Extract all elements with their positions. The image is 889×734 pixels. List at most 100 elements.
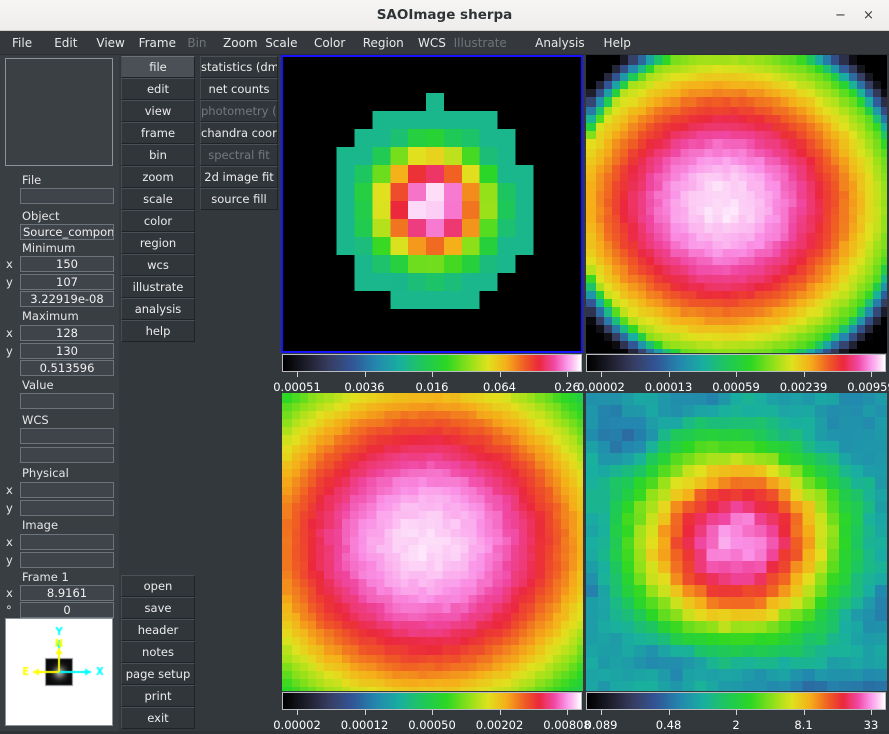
menu-help[interactable]: Help (598, 31, 637, 55)
frame-2-colorbar-canvas[interactable] (586, 354, 886, 372)
colorbar-tick-label: 0.016 (416, 380, 449, 394)
button-scale[interactable]: scale (121, 188, 195, 210)
frame-4-colorbar-labels: 0.0890.4828.133 (586, 718, 886, 734)
menu-bar: FileEditViewFrameBinZoomScaleColorRegion… (0, 31, 889, 55)
minimum-x-value: 150 (20, 256, 114, 272)
button-net-counts[interactable]: net counts (200, 78, 278, 100)
colorbar-tick-label: 0.00012 (341, 718, 389, 732)
frame-2-colorbar-ticks (586, 372, 886, 380)
colorbar-tick-label: 0.00002 (577, 380, 625, 394)
menu-color[interactable]: Color (308, 31, 351, 55)
frame-1-image[interactable] (283, 57, 581, 351)
frame-1-cell[interactable] (281, 55, 583, 353)
colorbar-tick (736, 710, 737, 715)
button-frame[interactable]: frame (121, 122, 195, 144)
image-x-value (20, 534, 114, 550)
menu-view[interactable]: View (90, 31, 130, 55)
menu-frame[interactable]: Frame (133, 31, 182, 55)
frame-3-colorbar-labels: 0.000020.000120.000500.002020.00808 (282, 718, 582, 734)
colorbar-tick (567, 372, 568, 377)
frame-4-colorbar-canvas[interactable] (586, 692, 886, 710)
frame-2-image[interactable] (586, 55, 887, 353)
colorbar-tick (500, 710, 501, 715)
button-photometry-s: photometry (s (200, 100, 278, 122)
frame-4-image[interactable] (586, 393, 887, 691)
button-open[interactable]: open (121, 575, 195, 597)
minimize-icon[interactable]: − (830, 5, 851, 26)
colorbar-tick (432, 710, 433, 715)
menu-zoom[interactable]: Zoom (217, 31, 264, 55)
colorbar-tick (804, 372, 805, 377)
button-bin[interactable]: bin (121, 144, 195, 166)
physical-x-value (20, 482, 114, 498)
button-statistics-dms[interactable]: statistics (dms (200, 56, 278, 78)
frame-1-colorbar-canvas[interactable] (282, 354, 582, 372)
menu-edit[interactable]: Edit (48, 31, 83, 55)
button-source-fill[interactable]: source fill (200, 188, 278, 210)
button-view[interactable]: view (121, 100, 195, 122)
colorbar-tick-label: 2 (732, 718, 739, 732)
minimum-y-axis-label: y (6, 274, 18, 290)
magnifier-panel[interactable] (5, 58, 113, 166)
menu-wcs[interactable]: WCS (412, 31, 452, 55)
colorbar-tick-label: 33 (864, 718, 879, 732)
colorbar-tick (804, 710, 805, 715)
menu-region[interactable]: Region (357, 31, 410, 55)
frame-3-cell[interactable] (282, 393, 583, 691)
colorbar-tick-label: 0.00959 (847, 380, 889, 394)
button-save[interactable]: save (121, 597, 195, 619)
frame-3-colorbar-canvas[interactable] (282, 692, 582, 710)
maximum-x-value: 128 (20, 325, 114, 341)
button-print[interactable]: print (121, 685, 195, 707)
colorbar-tick-label: 0.089 (585, 718, 618, 732)
wcs-value-2 (20, 447, 114, 463)
colorbar-tick (669, 372, 670, 377)
button-file[interactable]: file (121, 56, 195, 78)
frame-4-cell[interactable] (586, 393, 887, 691)
menu-analysis[interactable]: Analysis (529, 31, 590, 55)
physical-y-axis-label: y (6, 500, 18, 516)
frame-1-selection-border (281, 55, 583, 353)
button-spectral-fit: spectral fit (200, 144, 278, 166)
title-bar: SAOImage sherpa − × (0, 0, 889, 31)
button-illustrate[interactable]: illustrate (121, 276, 195, 298)
button-wcs[interactable]: wcs (121, 254, 195, 276)
button-edit[interactable]: edit (121, 78, 195, 100)
frame-3-image[interactable] (282, 393, 583, 691)
button-zoom[interactable]: zoom (121, 166, 195, 188)
colorbar-tick (297, 710, 298, 715)
button-column-primary: fileeditviewframebinzoomscalecolorregion… (121, 56, 195, 342)
button-region[interactable]: region (121, 232, 195, 254)
frame-zoom-axis-label: x (6, 585, 18, 601)
button-help[interactable]: help (121, 320, 195, 342)
frame-2-cell[interactable] (586, 55, 887, 353)
image-display-area: 0.000510.00360.0160.0640.26 0.000020.000… (280, 55, 889, 731)
frame-3-colorbar[interactable]: 0.000020.000120.000500.002020.00808 (282, 692, 582, 734)
button-notes[interactable]: notes (121, 641, 195, 663)
physical-label: Physical (22, 466, 69, 480)
button-chandra-coord[interactable]: chandra coord (200, 122, 278, 144)
minimum-y-value: 107 (20, 274, 114, 290)
colorbar-tick-label: 0.00202 (476, 718, 524, 732)
colorbar-tick-label: 0.48 (656, 718, 682, 732)
button-color[interactable]: color (121, 210, 195, 232)
frame-2-colorbar[interactable]: 0.000020.000130.000590.002390.00959 (586, 354, 886, 396)
colorbar-tick (297, 372, 298, 377)
frame-4-colorbar[interactable]: 0.0890.4828.133 (586, 692, 886, 734)
minimum-label: Minimum (22, 241, 75, 255)
menu-scale[interactable]: Scale (259, 31, 303, 55)
image-y-axis-label: y (6, 552, 18, 568)
button-2d-image-fit[interactable]: 2d image fit (200, 166, 278, 188)
close-icon[interactable]: × (858, 5, 879, 26)
image-y-value (20, 552, 114, 568)
maximum-x-axis-label: x (6, 325, 18, 341)
button-analysis[interactable]: analysis (121, 298, 195, 320)
colorbar-tick (871, 372, 872, 377)
menu-file[interactable]: File (6, 31, 38, 55)
button-header[interactable]: header (121, 619, 195, 641)
button-exit[interactable]: exit (121, 707, 195, 729)
compass-panel[interactable] (5, 618, 113, 726)
colorbar-tick-label: 0.0036 (344, 380, 384, 394)
frame-1-colorbar[interactable]: 0.000510.00360.0160.0640.26 (282, 354, 582, 396)
button-page-setup[interactable]: page setup (121, 663, 195, 685)
